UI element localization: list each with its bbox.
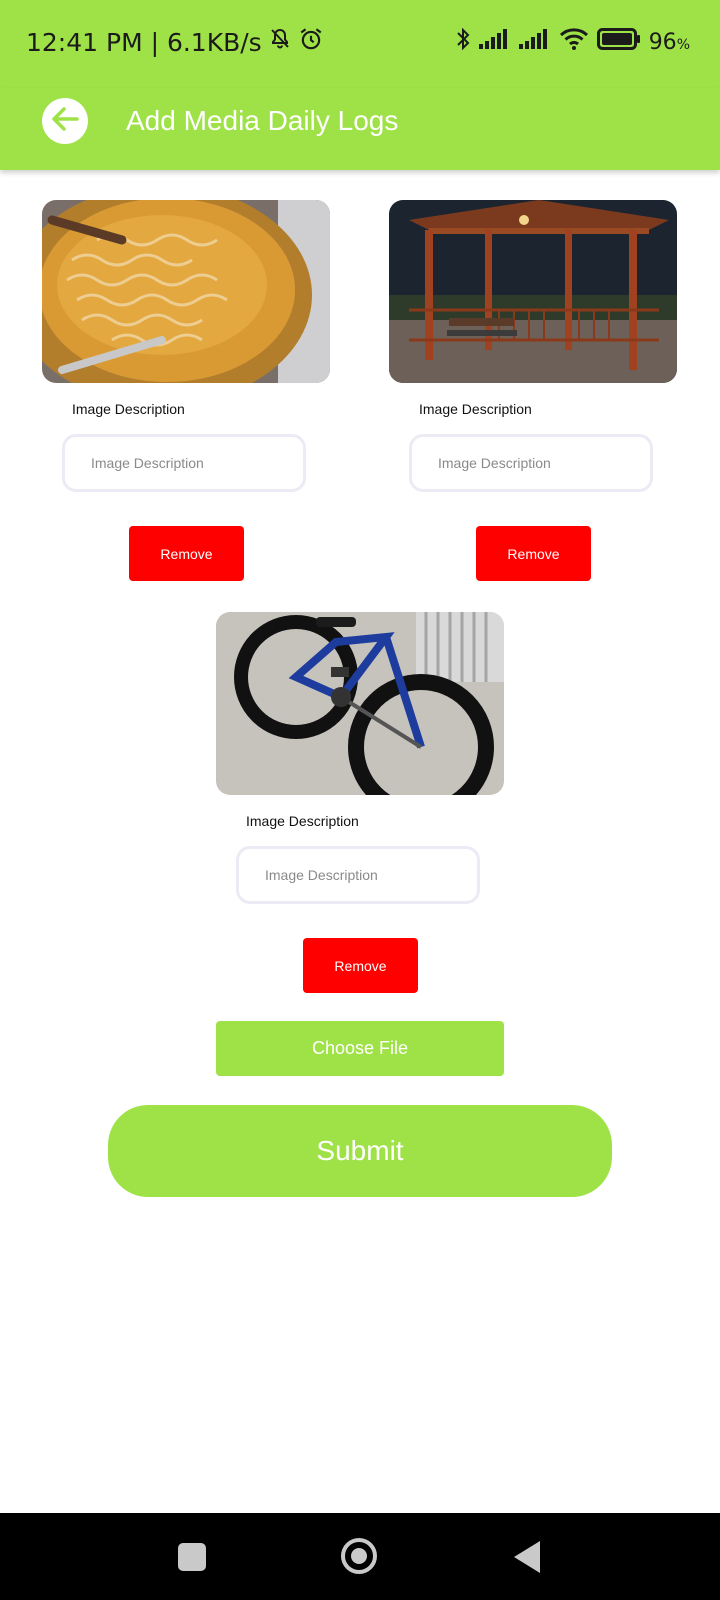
app-bar: Add Media Daily Logs xyxy=(0,88,720,170)
battery-icon xyxy=(596,28,641,56)
page-title: Add Media Daily Logs xyxy=(126,105,399,136)
submit-button[interactable]: Submit xyxy=(108,1105,612,1197)
battery-percent: 96 xyxy=(648,29,677,55)
image-description-label: Image Description xyxy=(72,401,185,417)
system-nav-bar xyxy=(0,1513,720,1600)
choose-file-button[interactable]: Choose File xyxy=(216,1021,504,1076)
bluetooth-icon xyxy=(455,26,471,58)
battery-percent-unit: % xyxy=(676,36,690,53)
image-description-input[interactable]: Image Description xyxy=(62,434,306,492)
image-description-label: Image Description xyxy=(246,813,359,829)
status-bar: 12:41 PM | 6.1KB/s 96% xyxy=(0,0,720,88)
signal-icon-2 xyxy=(518,29,551,55)
home-icon[interactable] xyxy=(341,1538,377,1574)
bicycle-photo xyxy=(216,612,504,795)
back-triangle-icon[interactable] xyxy=(514,1541,540,1573)
image-description-input[interactable]: Image Description xyxy=(236,846,480,904)
status-time-speed: 12:41 PM | 6.1KB/s xyxy=(26,27,262,57)
signal-icon-1 xyxy=(478,29,511,55)
gazebo-photo xyxy=(389,200,677,383)
recent-apps-icon[interactable] xyxy=(178,1543,206,1571)
noodles-photo xyxy=(42,200,330,383)
image-description-input[interactable]: Image Description xyxy=(409,434,653,492)
alarm-clock-icon xyxy=(298,26,324,58)
arrow-left-icon xyxy=(48,102,82,141)
remove-button[interactable]: Remove xyxy=(129,526,244,581)
remove-button[interactable]: Remove xyxy=(476,526,591,581)
back-button[interactable] xyxy=(42,98,88,144)
remove-button[interactable]: Remove xyxy=(303,938,418,993)
alarm-off-icon xyxy=(268,27,292,57)
wifi-icon xyxy=(559,27,589,57)
image-description-label: Image Description xyxy=(419,401,532,417)
